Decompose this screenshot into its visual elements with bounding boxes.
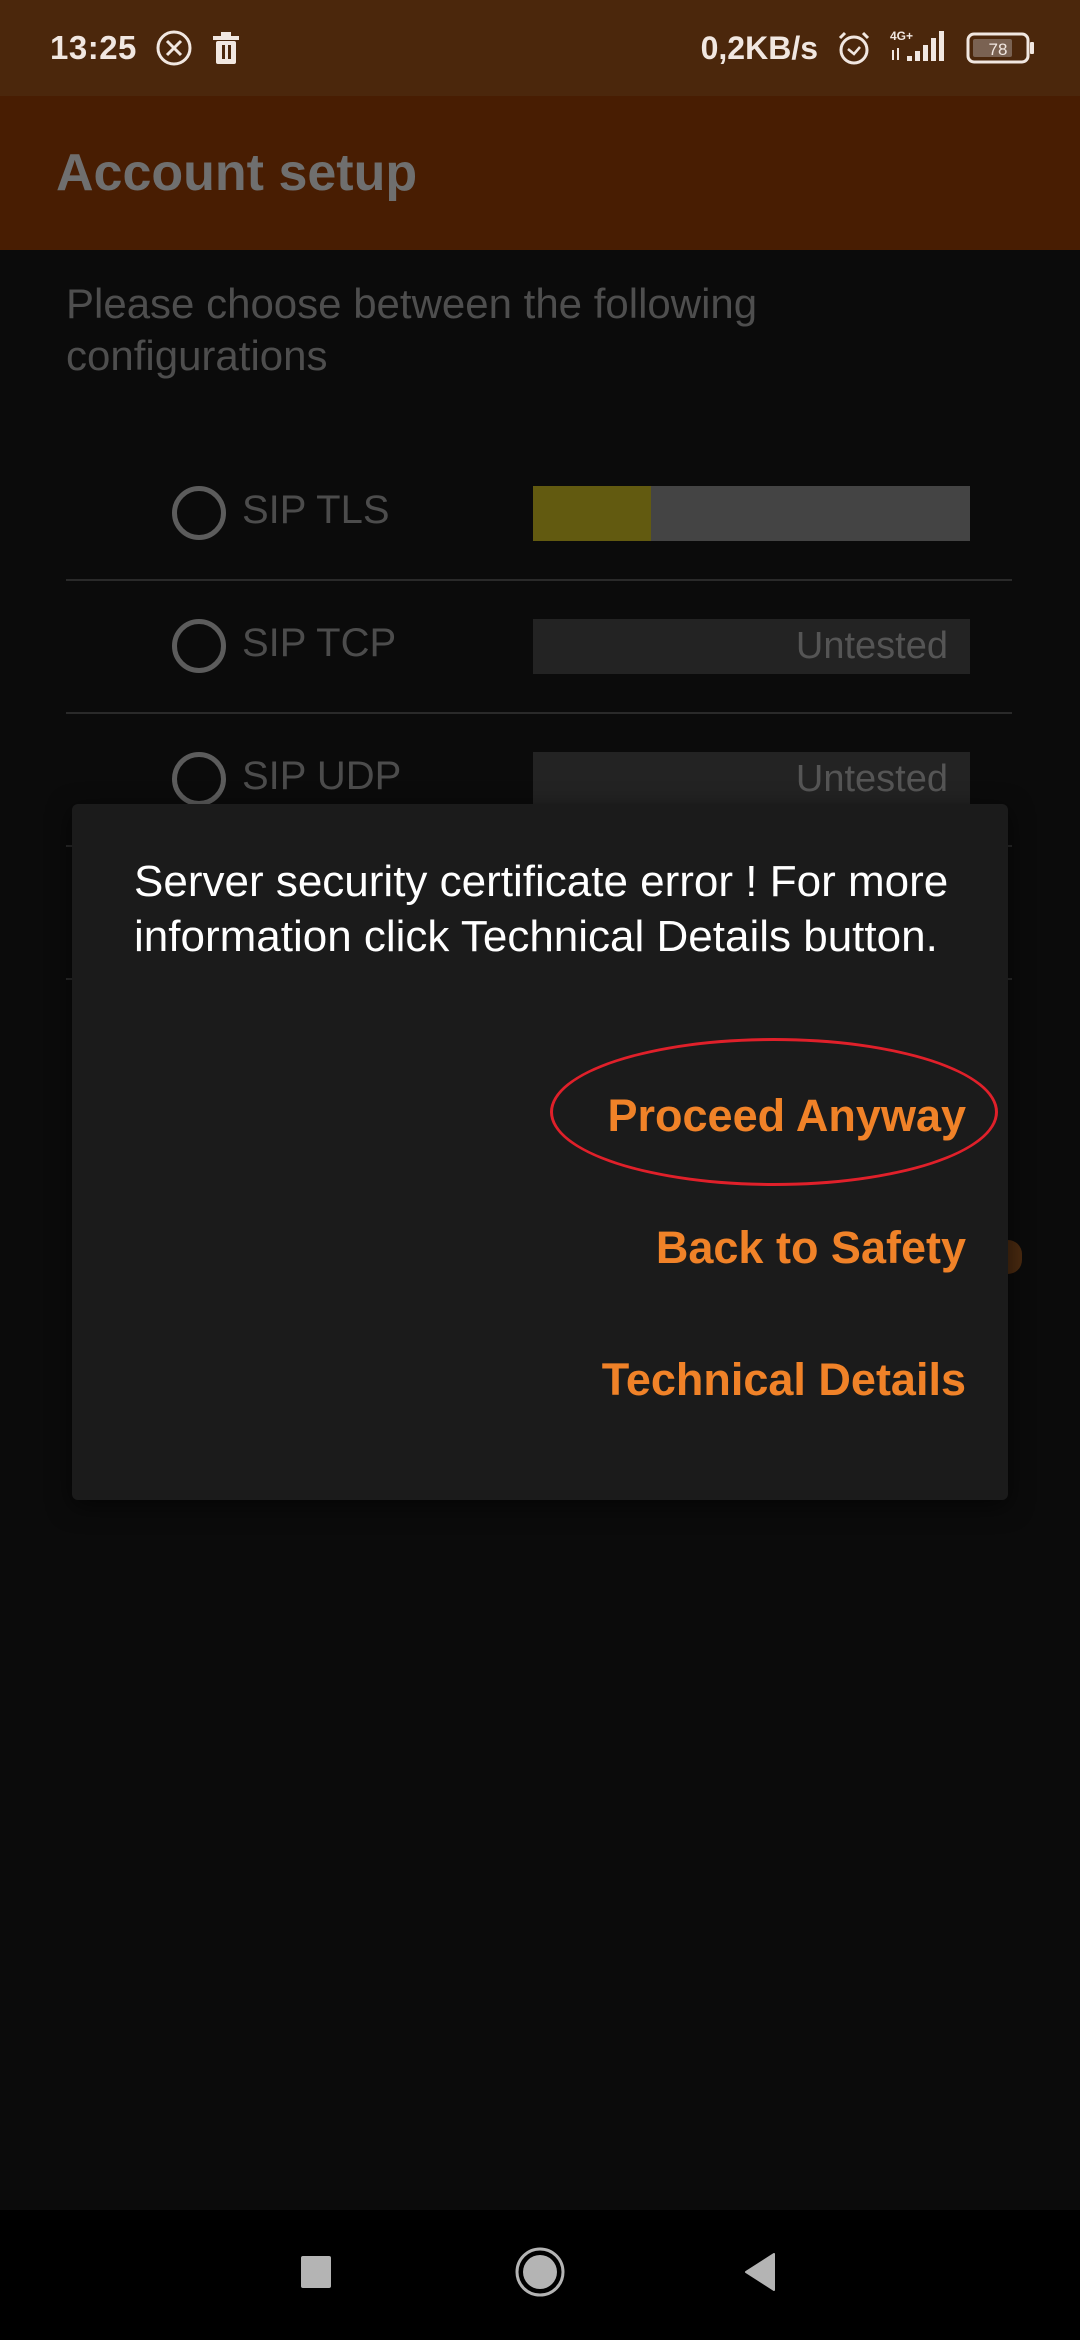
battery-icon: 78: [966, 31, 1036, 65]
status-bar: 13:25 0,2KB/s 4G+ 78: [0, 0, 1080, 96]
alarm-icon: [836, 30, 872, 66]
config-label: SIP TCP: [242, 621, 397, 665]
home-button[interactable]: [500, 2242, 580, 2306]
back-triangle-icon: [744, 2252, 776, 2296]
config-label: SIP TLS: [242, 488, 390, 532]
radio-button[interactable]: [172, 486, 226, 540]
status-bar-right: 0,2KB/s 4G+ 78: [701, 28, 1036, 68]
recent-apps-button[interactable]: [276, 2242, 356, 2306]
network-type-label: 4G+: [890, 29, 913, 43]
test-status: Untested: [795, 625, 948, 667]
config-label: SIP UDP: [242, 754, 402, 798]
clock: 13:25: [50, 29, 137, 66]
screen: 13:25 0,2KB/s 4G+ 78 Account setup Pleas…: [0, 0, 1080, 2340]
battery-level: 78: [989, 40, 1008, 59]
trash-icon: [211, 31, 241, 65]
page-title: Account setup: [56, 144, 418, 202]
test-progress-bar: [533, 486, 970, 541]
close-circle-icon: [155, 29, 193, 67]
test-status-box: Untested: [533, 752, 970, 807]
test-status: Untested: [795, 758, 948, 800]
config-option-sip-tcp[interactable]: SIP TCP Untested: [66, 581, 1012, 714]
technical-details-button[interactable]: Technical Details: [602, 1354, 966, 1406]
certificate-error-dialog: Server security certificate error ! For …: [72, 804, 1008, 1500]
dialog-message: Server security certificate error ! For …: [134, 857, 949, 961]
app-bar: Account setup: [0, 96, 1080, 250]
instruction-text: Please choose between the following conf…: [66, 280, 758, 379]
radio-button[interactable]: [172, 752, 226, 806]
home-circle-icon: [515, 2247, 565, 2302]
network-speed: 0,2KB/s: [700, 29, 818, 66]
back-button[interactable]: [720, 2242, 800, 2306]
back-to-safety-button[interactable]: Back to Safety: [656, 1222, 966, 1274]
progress-fill: [533, 486, 651, 541]
status-bar-left: 13:25: [50, 29, 241, 67]
square-icon: [301, 2255, 331, 2293]
radio-button[interactable]: [172, 619, 226, 673]
signal-icon: 4G+: [890, 28, 948, 68]
config-option-sip-tls[interactable]: SIP TLS: [66, 448, 1012, 581]
proceed-anyway-button[interactable]: Proceed Anyway: [608, 1090, 966, 1142]
navigation-bar: [0, 2210, 1080, 2340]
hidden-button-edge: [1008, 1240, 1022, 1274]
test-status-box: Untested: [533, 619, 970, 674]
